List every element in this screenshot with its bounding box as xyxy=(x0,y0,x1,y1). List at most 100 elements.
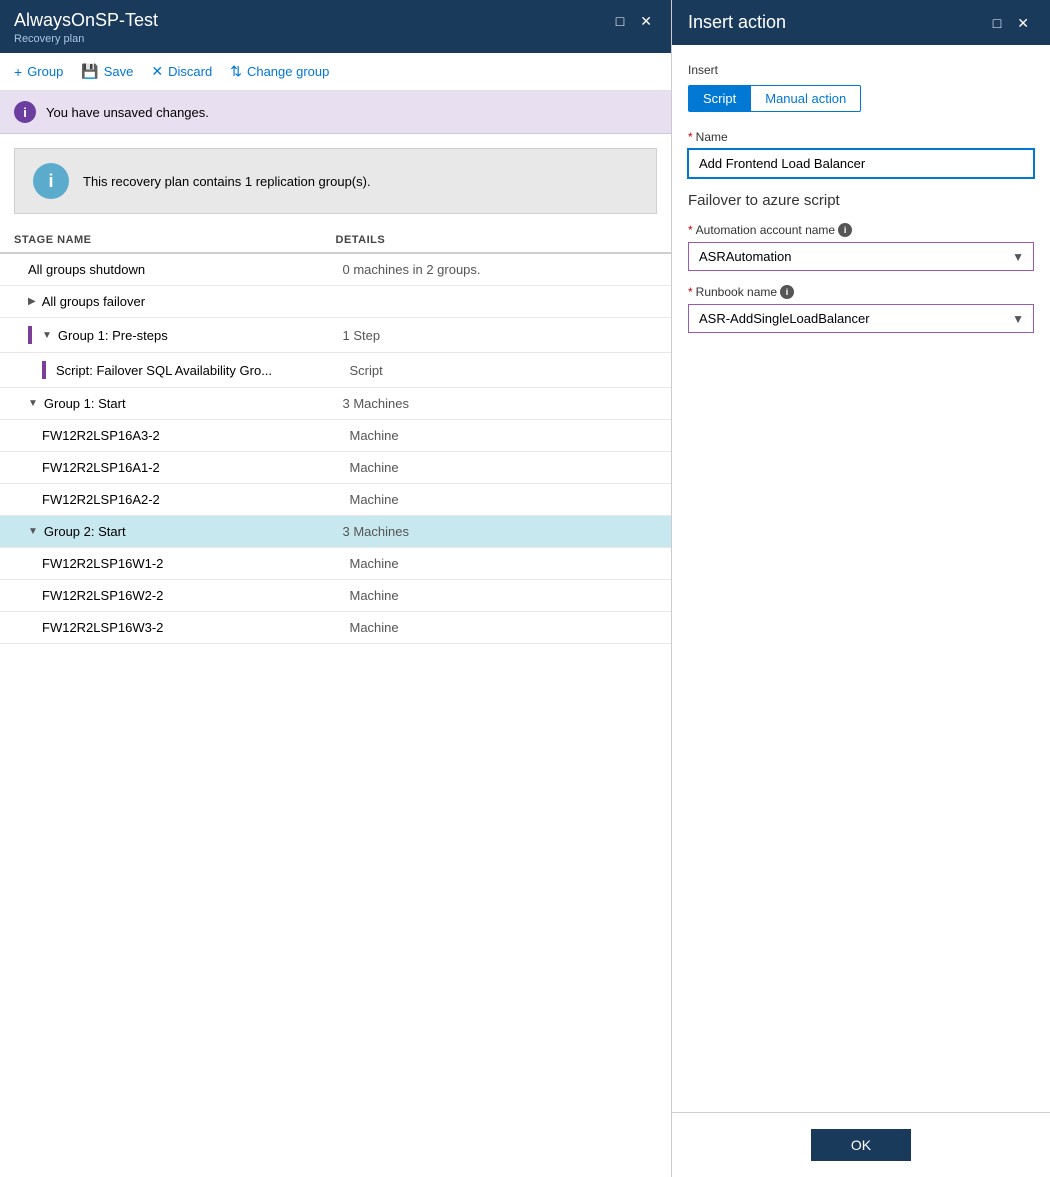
stage-name-cell: Script: Failover SQL Availability Gro... xyxy=(42,361,350,379)
details-cell: Script xyxy=(350,363,658,378)
save-label: Save xyxy=(104,64,134,79)
minimize-button[interactable]: □ xyxy=(611,12,629,30)
name-field-label: * Name xyxy=(688,130,1034,144)
details-cell: Machine xyxy=(350,460,658,475)
row-label: FW12R2LSP16A2-2 xyxy=(42,492,350,507)
details-cell: Machine xyxy=(350,620,658,635)
right-minimize-button[interactable]: □ xyxy=(988,14,1006,32)
discard-label: Discard xyxy=(168,64,212,79)
table-area: STAGE NAME DETAILS All groups shutdown 0… xyxy=(0,228,671,1177)
automation-account-label: * Automation account name i xyxy=(688,223,1034,237)
discard-icon: ✕ xyxy=(151,63,163,80)
table-row[interactable]: Script: Failover SQL Availability Gro...… xyxy=(0,353,671,388)
save-icon: 💾 xyxy=(81,63,98,80)
runbook-info-icon: i xyxy=(780,285,794,299)
details-cell: 1 Step xyxy=(343,328,658,343)
required-star-3: * xyxy=(688,285,693,299)
right-panel: Insert action □ ✕ Insert Script Manual a… xyxy=(672,0,1050,1177)
runbook-select-wrapper: ASR-AddSingleLoadBalancer ▼ xyxy=(688,304,1034,333)
ok-button[interactable]: OK xyxy=(811,1129,911,1161)
required-star: * xyxy=(688,130,693,144)
automation-info-icon: i xyxy=(838,223,852,237)
row-label: Group 2: Start xyxy=(44,524,126,539)
tab-script[interactable]: Script xyxy=(688,85,751,112)
stage-name-cell: ▼ Group 1: Start xyxy=(28,396,343,411)
unsaved-text: You have unsaved changes. xyxy=(46,105,209,120)
info-box: i This recovery plan contains 1 replicat… xyxy=(14,148,657,214)
details-cell: Machine xyxy=(350,588,658,603)
table-row[interactable]: FW12R2LSP16A2-2 Machine xyxy=(0,484,671,516)
table-row[interactable]: ▼ Group 1: Start 3 Machines xyxy=(0,388,671,420)
table-row[interactable]: ▼ Group 2: Start 3 Machines xyxy=(0,516,671,548)
chevron-down-icon: ▼ xyxy=(42,330,52,341)
table-row[interactable]: ▼ Group 1: Pre-steps 1 Step xyxy=(0,318,671,353)
stage-name-cell: ▼ Group 1: Pre-steps xyxy=(28,326,343,344)
details-cell: 0 machines in 2 groups. xyxy=(343,262,658,277)
save-button[interactable]: 💾 Save xyxy=(81,61,133,82)
row-label: All groups shutdown xyxy=(28,262,145,277)
table-row[interactable]: FW12R2LSP16A1-2 Machine xyxy=(0,452,671,484)
name-input[interactable] xyxy=(688,149,1034,178)
group-bar-icon xyxy=(42,361,46,379)
right-close-button[interactable]: ✕ xyxy=(1012,14,1034,32)
insert-tab-group: Script Manual action xyxy=(688,85,1034,112)
right-header: Insert action □ ✕ xyxy=(672,0,1050,45)
table-row[interactable]: FW12R2LSP16W1-2 Machine xyxy=(0,548,671,580)
info-box-text: This recovery plan contains 1 replicatio… xyxy=(83,174,371,189)
group-bar-icon xyxy=(28,326,32,344)
details-cell: 3 Machines xyxy=(343,396,658,411)
section-title: Failover to azure script xyxy=(688,192,1034,209)
details-cell: Machine xyxy=(350,428,658,443)
runbook-label: * Runbook name i xyxy=(688,285,1034,299)
table-row[interactable]: All groups shutdown 0 machines in 2 grou… xyxy=(0,254,671,286)
automation-account-select-wrapper: ASRAutomation ▼ xyxy=(688,242,1034,271)
app-subtitle: Recovery plan xyxy=(14,33,158,45)
automation-account-select[interactable]: ASRAutomation xyxy=(688,242,1034,271)
row-label: FW12R2LSP16A3-2 xyxy=(42,428,350,443)
left-panel: AlwaysOnSP-Test Recovery plan □ ✕ + Grou… xyxy=(0,0,672,1177)
row-label: FW12R2LSP16W3-2 xyxy=(42,620,350,635)
table-header: STAGE NAME DETAILS xyxy=(0,228,671,254)
details-cell: Machine xyxy=(350,556,658,571)
tab-manual-action[interactable]: Manual action xyxy=(751,85,861,112)
chevron-down-icon: ▼ xyxy=(28,398,38,409)
stage-name-cell: ▶ All groups failover xyxy=(28,294,343,309)
right-panel-title: Insert action xyxy=(688,12,786,33)
row-label: Script: Failover SQL Availability Gro... xyxy=(56,363,272,378)
toolbar: + Group 💾 Save ✕ Discard ⇅ Change group xyxy=(0,53,671,91)
details-cell: Machine xyxy=(350,492,658,507)
plus-icon: + xyxy=(14,64,22,80)
change-group-button[interactable]: ⇅ Change group xyxy=(230,61,329,82)
row-label: Group 1: Pre-steps xyxy=(58,328,168,343)
info-circle-icon: i xyxy=(14,101,36,123)
right-header-controls: □ ✕ xyxy=(988,14,1034,32)
right-content: Insert Script Manual action * Name Failo… xyxy=(672,45,1050,1112)
left-header-controls: □ ✕ xyxy=(611,12,657,30)
left-header: AlwaysOnSP-Test Recovery plan □ ✕ xyxy=(0,0,671,53)
group-button[interactable]: + Group xyxy=(14,62,63,82)
row-label: All groups failover xyxy=(42,294,145,309)
change-group-label: Change group xyxy=(247,64,329,79)
change-group-icon: ⇅ xyxy=(230,63,242,80)
close-button[interactable]: ✕ xyxy=(635,12,657,30)
runbook-select[interactable]: ASR-AddSingleLoadBalancer xyxy=(688,304,1034,333)
table-row[interactable]: FW12R2LSP16W3-2 Machine xyxy=(0,612,671,644)
insert-label: Insert xyxy=(688,63,1034,77)
group-label: Group xyxy=(27,64,63,79)
table-row[interactable]: FW12R2LSP16W2-2 Machine xyxy=(0,580,671,612)
app-title: AlwaysOnSP-Test xyxy=(14,10,158,31)
chevron-down-icon: ▼ xyxy=(28,526,38,537)
info-box-icon: i xyxy=(33,163,69,199)
stage-name-cell: ▼ Group 2: Start xyxy=(28,524,343,539)
row-label: FW12R2LSP16W2-2 xyxy=(42,588,350,603)
required-star-2: * xyxy=(688,223,693,237)
row-label: FW12R2LSP16W1-2 xyxy=(42,556,350,571)
table-row[interactable]: FW12R2LSP16A3-2 Machine xyxy=(0,420,671,452)
details-cell: 3 Machines xyxy=(343,524,658,539)
row-label: FW12R2LSP16A1-2 xyxy=(42,460,350,475)
left-header-text: AlwaysOnSP-Test Recovery plan xyxy=(14,10,158,45)
table-row[interactable]: ▶ All groups failover xyxy=(0,286,671,318)
discard-button[interactable]: ✕ Discard xyxy=(151,61,212,82)
stage-name-cell: All groups shutdown xyxy=(28,262,343,277)
row-label: Group 1: Start xyxy=(44,396,126,411)
